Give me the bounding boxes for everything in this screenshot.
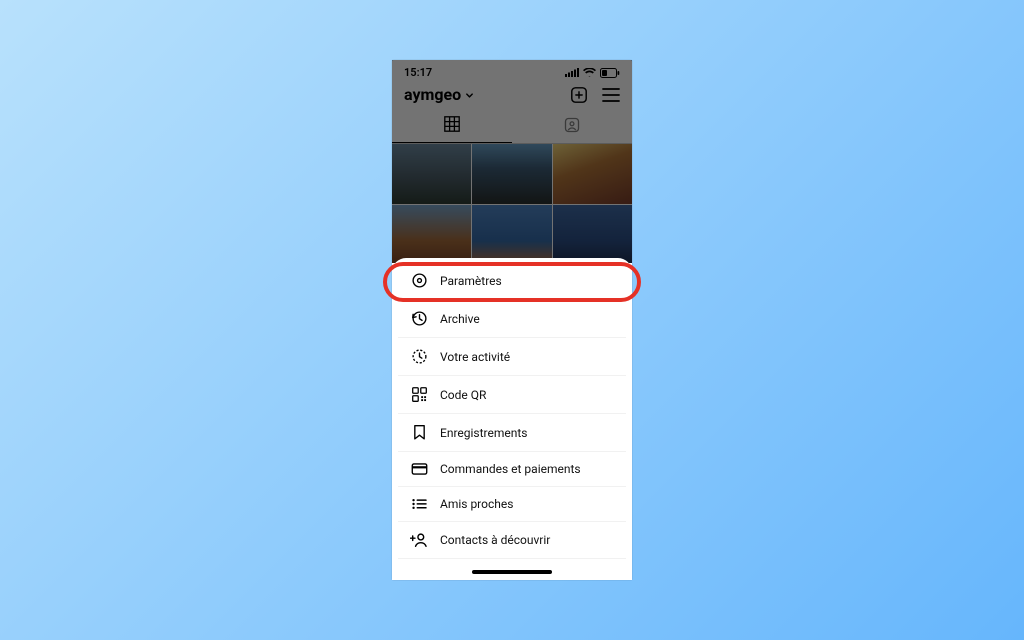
wifi-icon bbox=[583, 68, 596, 77]
grid-thumbnail[interactable] bbox=[392, 144, 471, 204]
settings-icon bbox=[410, 272, 428, 289]
menu-item-label: Commandes et paiements bbox=[440, 462, 581, 476]
menu-item-orders-payments[interactable]: Commandes et paiements bbox=[398, 452, 626, 487]
tagged-icon bbox=[564, 117, 580, 137]
dimmed-profile-background: 15:17 aymgeo bbox=[392, 60, 632, 263]
chevron-down-icon bbox=[465, 85, 474, 104]
menu-item-label: Paramètres bbox=[440, 274, 502, 288]
grid-thumbnail[interactable] bbox=[392, 205, 471, 263]
grid-thumbnail[interactable] bbox=[472, 205, 551, 263]
menu-item-label: Enregistrements bbox=[440, 426, 528, 440]
bottom-sheet-menu: Paramètres Archive Votre activité bbox=[392, 258, 632, 580]
menu-item-label: Code QR bbox=[440, 388, 486, 402]
credit-card-icon bbox=[410, 462, 428, 476]
add-person-icon bbox=[410, 532, 428, 548]
menu-item-discover-people[interactable]: Contacts à découvrir bbox=[398, 522, 626, 559]
tab-posts-grid[interactable] bbox=[392, 110, 512, 143]
menu-item-close-friends[interactable]: Amis proches bbox=[398, 487, 626, 522]
home-indicator[interactable] bbox=[472, 570, 552, 574]
grid-thumbnail[interactable] bbox=[553, 205, 632, 263]
profile-header: aymgeo bbox=[392, 81, 632, 110]
menu-item-label: Contacts à découvrir bbox=[440, 533, 550, 547]
status-icons bbox=[565, 68, 620, 78]
menu-item-label: Amis proches bbox=[440, 497, 513, 511]
create-post-button[interactable] bbox=[570, 86, 588, 104]
username-dropdown[interactable]: aymgeo bbox=[404, 85, 474, 104]
photo-grid bbox=[392, 144, 632, 263]
menu-item-saved[interactable]: Enregistrements bbox=[398, 414, 626, 452]
menu-item-qr-code[interactable]: Code QR bbox=[398, 376, 626, 414]
grid-thumbnail[interactable] bbox=[553, 144, 632, 204]
menu-item-archive[interactable]: Archive bbox=[398, 300, 626, 338]
activity-icon bbox=[410, 348, 428, 365]
menu-item-label: Archive bbox=[440, 312, 480, 326]
menu-item-label: Votre activité bbox=[440, 350, 510, 364]
grid-icon bbox=[444, 116, 460, 136]
cellular-signal-icon bbox=[565, 68, 579, 77]
hamburger-menu-button[interactable] bbox=[602, 88, 620, 102]
list-icon bbox=[410, 497, 428, 511]
menu-item-your-activity[interactable]: Votre activité bbox=[398, 338, 626, 376]
tab-tagged[interactable] bbox=[512, 110, 632, 143]
grid-thumbnail[interactable] bbox=[472, 144, 551, 204]
battery-icon bbox=[600, 68, 620, 78]
status-time: 15:17 bbox=[404, 66, 432, 79]
archive-icon bbox=[410, 310, 428, 327]
menu-item-settings[interactable]: Paramètres bbox=[398, 262, 626, 300]
qr-code-icon bbox=[410, 386, 428, 403]
bookmark-icon bbox=[410, 424, 428, 441]
status-bar: 15:17 bbox=[392, 60, 632, 81]
phone-frame: 15:17 aymgeo bbox=[392, 60, 632, 580]
profile-tabs bbox=[392, 110, 632, 144]
profile-header-actions bbox=[570, 86, 620, 104]
username-label: aymgeo bbox=[404, 85, 461, 104]
